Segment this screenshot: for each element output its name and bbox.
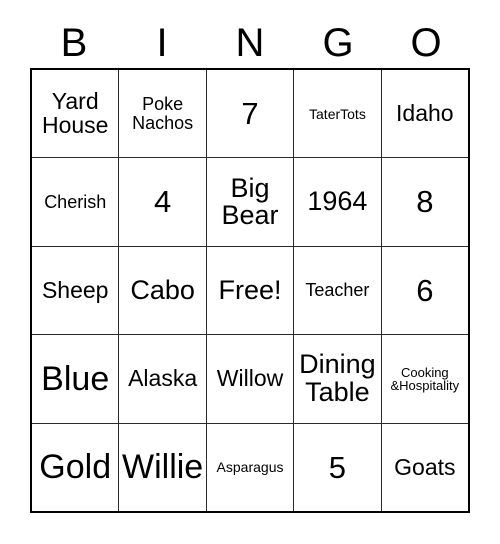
bingo-cell[interactable]: Cooking &Hospitality (380, 335, 468, 423)
bingo-cell[interactable]: Willie (118, 423, 205, 512)
bingo-cell[interactable]: Poke Nachos (118, 70, 205, 158)
bingo-cell-label: Yard House (41, 88, 109, 138)
bingo-cell[interactable]: Dining Table (293, 335, 380, 423)
bingo-cell[interactable]: Alaska (118, 335, 205, 423)
bingo-cell-label: Cherish (44, 191, 107, 212)
bingo-cell-label: Free! (218, 274, 282, 305)
bingo-cell-label: Gold (39, 447, 112, 486)
bingo-row: Cherish 4 Big Bear 1964 8 (32, 157, 468, 246)
bingo-cell[interactable]: Gold (32, 424, 118, 511)
bingo-cell[interactable]: Cabo (118, 246, 205, 335)
bingo-row: Gold Willie Asparagus 5 Goats (32, 422, 468, 512)
bingo-cell[interactable]: 6 (380, 246, 468, 335)
header-letter-g: G (322, 21, 354, 65)
bingo-cell-label: Blue (41, 359, 110, 398)
bingo-cell-label: Teacher (305, 280, 370, 301)
bingo-cell-label: Asparagus (216, 459, 284, 476)
bingo-row: Sheep Cabo Free! Teacher 6 (32, 245, 468, 335)
bingo-cell[interactable]: Asparagus (205, 423, 293, 512)
bingo-cell[interactable]: TaterTots (293, 70, 380, 158)
bingo-cell-label: Big Bear (221, 172, 279, 231)
bingo-cell[interactable]: 4 (118, 158, 205, 246)
header-letter-b: B (60, 21, 88, 65)
bingo-cell[interactable]: 8 (380, 158, 468, 246)
bingo-cell[interactable]: Idaho (380, 70, 468, 158)
bingo-cell-label: Cabo (130, 274, 195, 305)
bingo-cell-label: Dining Table (299, 349, 376, 407)
bingo-cell[interactable]: Blue (32, 335, 118, 422)
bingo-cell[interactable]: 7 (205, 70, 293, 158)
bingo-cell[interactable]: Willow (205, 335, 293, 423)
header-letter-i: I (156, 21, 168, 65)
bingo-cell[interactable]: Goats (380, 423, 468, 512)
bingo-cell-label: Alaska (128, 365, 198, 392)
bingo-cell[interactable]: 1964 (293, 158, 380, 246)
bingo-header-row: B I N G O (30, 18, 470, 68)
bingo-cell-label: 6 (416, 272, 434, 308)
bingo-cell[interactable]: 5 (293, 423, 380, 512)
bingo-grid: Yard House Poke Nachos 7 TaterTots Idaho… (30, 68, 470, 513)
bingo-cell-free-space[interactable]: Free! (205, 246, 293, 335)
bingo-cell-label: Sheep (41, 276, 109, 303)
bingo-card: B I N G O Yard House Poke Nachos 7 Tater… (0, 0, 500, 544)
bingo-cell[interactable]: Teacher (293, 246, 380, 335)
bingo-cell[interactable]: Big Bear (205, 158, 293, 246)
bingo-cell-label: Idaho (396, 99, 454, 126)
bingo-cell-label: Cooking &Hospitality (390, 364, 460, 393)
header-letter-o: O (410, 21, 442, 65)
bingo-cell-label: Willie (122, 447, 204, 486)
bingo-cell[interactable]: Sheep (32, 247, 118, 334)
header-letter-n: N (235, 21, 265, 65)
bingo-row: Blue Alaska Willow Dining Table Cooking … (32, 334, 468, 423)
bingo-cell-label: Poke Nachos (132, 94, 194, 133)
bingo-cell-label: 7 (241, 95, 259, 131)
bingo-cell-label: Willow (216, 365, 284, 392)
bingo-cell-label: 4 (153, 184, 172, 220)
bingo-cell-label: 1964 (307, 186, 368, 217)
bingo-cell-label: 5 (328, 449, 347, 485)
bingo-cell-label: Goats (394, 453, 456, 480)
bingo-row: Yard House Poke Nachos 7 TaterTots Idaho (32, 70, 468, 158)
bingo-cell[interactable]: Yard House (32, 70, 118, 157)
bingo-cell[interactable]: Cherish (32, 158, 118, 245)
bingo-cell-label: 8 (416, 184, 434, 220)
bingo-cell-label: TaterTots (309, 105, 366, 122)
